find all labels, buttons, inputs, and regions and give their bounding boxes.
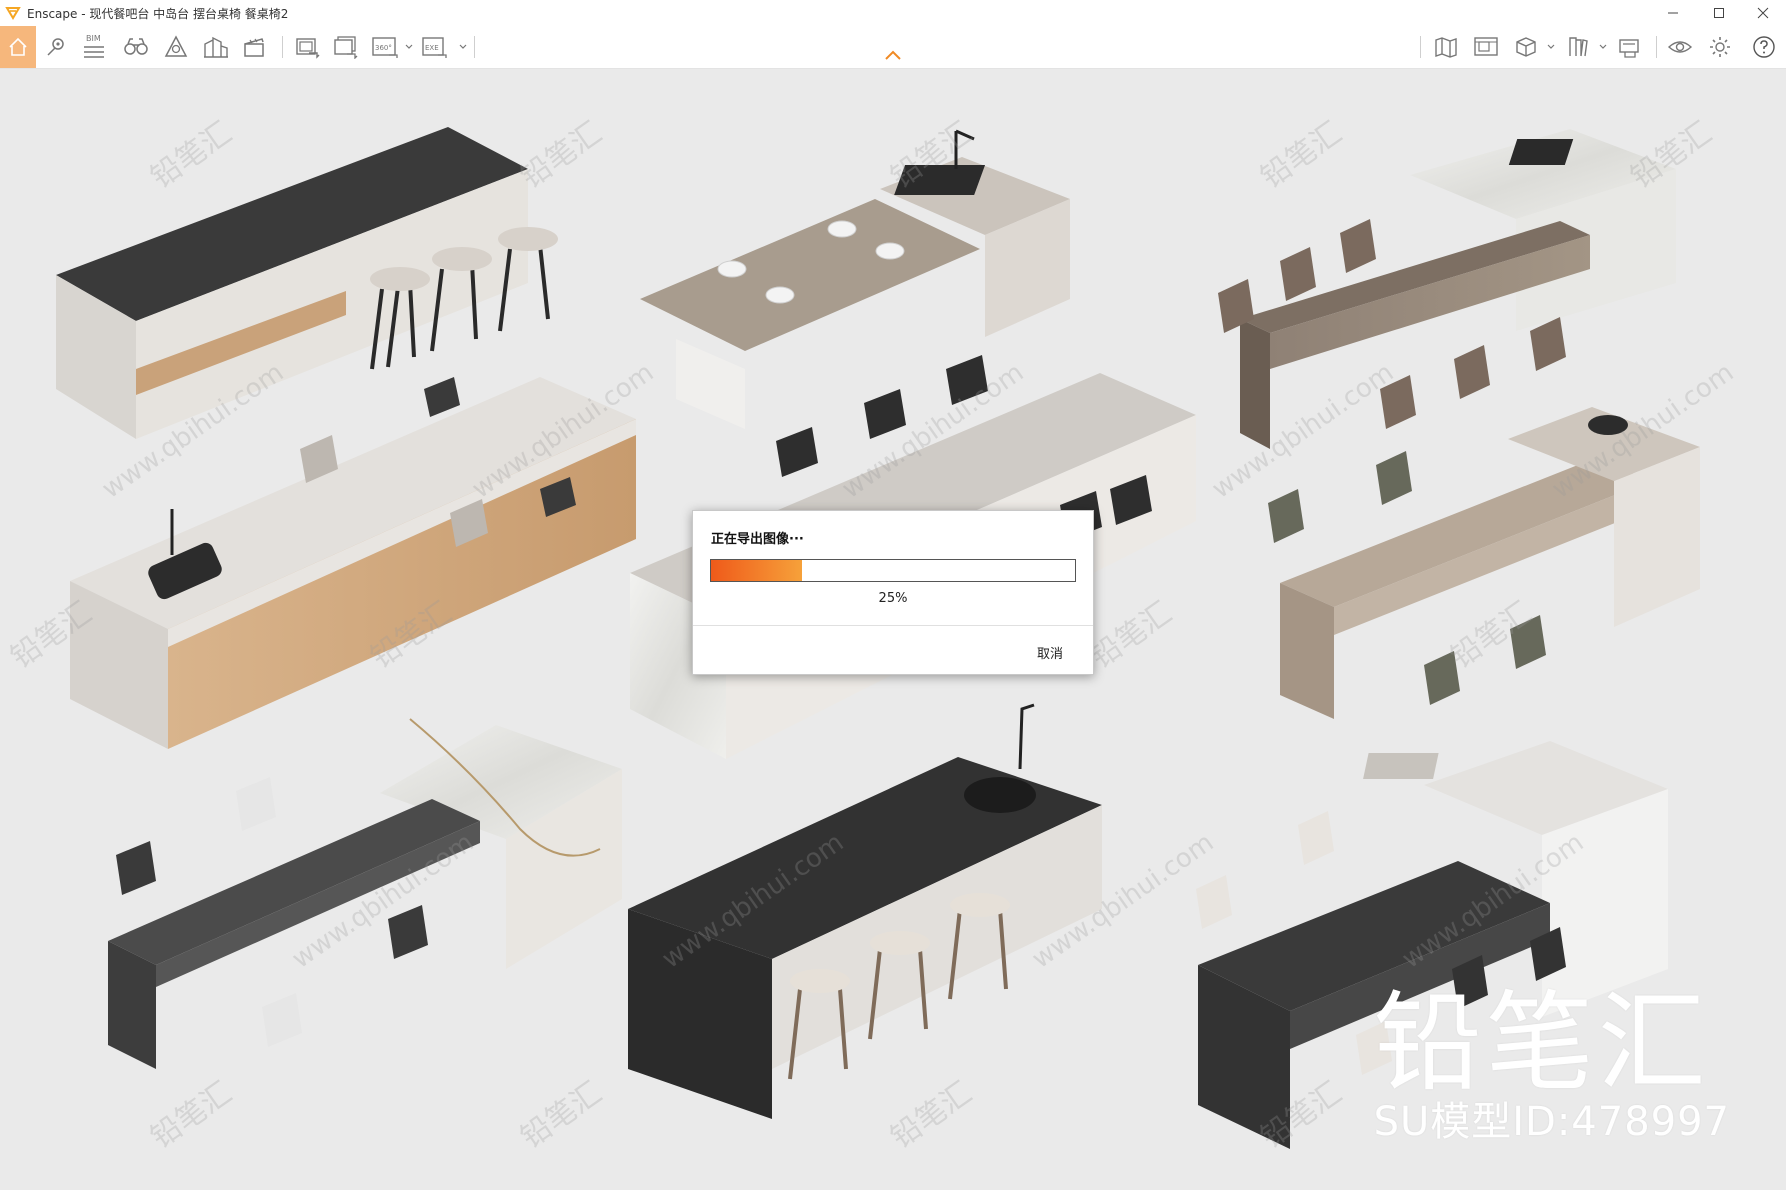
asset-library-icon [164,35,188,57]
chevron-down-icon [459,44,467,49]
export-progress-dialog: 正在导出图像··· 25% 取消 [692,510,1094,675]
bim-label: BIM [86,34,101,43]
cube-view-icon [1516,37,1536,57]
watermark-tile-cn: 铅笔汇 [145,1075,239,1155]
progress-percent: 25% [878,591,908,606]
visual-settings-button[interactable] [1662,26,1698,68]
bim-list-icon: BIM [84,34,104,58]
export-exe-badge: EXE [425,44,439,52]
panorama-button[interactable]: 360° [368,26,404,68]
close-window-button[interactable] [1740,0,1786,26]
bookmarks-dropdown[interactable] [1598,42,1608,52]
watermark-tile-cn: 铅笔汇 [1255,115,1349,195]
bookmarks-button[interactable] [1560,26,1596,68]
maximize-button[interactable] [1696,0,1742,26]
export-dropdown[interactable] [458,42,468,52]
binoculars-icon [124,38,148,55]
location-button[interactable] [38,26,74,68]
collapse-toolbar-icon[interactable] [882,48,904,62]
help-icon [1753,36,1775,58]
chevron-down-icon [1547,44,1555,49]
watermark-tile-cn: 铅笔汇 [145,115,239,195]
brand-name: 铅笔汇 [1373,981,1710,1106]
view-mode-dropdown[interactable] [1546,42,1556,52]
model-id: SU模型ID:478997 [1373,1099,1730,1145]
minimize-icon [1668,12,1678,14]
panorama-badge: 360° [375,44,392,52]
visual-settings-icon [1667,41,1693,53]
buildings-icon [204,36,228,58]
asset-library-button[interactable] [158,26,194,68]
close-icon [1757,7,1769,19]
export-progress-bar [710,559,1076,582]
dialog-divider [693,625,1093,626]
views-button[interactable] [118,26,154,68]
enscape-logo-icon [5,7,21,20]
watermark-tile-cn: 铅笔汇 [885,1075,979,1155]
watermark-tile-cn: 铅笔汇 [1085,595,1179,675]
dialog-title: 正在导出图像··· [711,532,804,547]
island-dark-bar-stools [628,703,1102,1119]
video-editor-icon [244,38,264,57]
export-exe-button[interactable]: EXE [418,26,454,68]
map-icon [1435,37,1457,58]
maximize-icon [1714,8,1724,18]
bim-button[interactable]: BIM [76,26,112,68]
screenshot-icon [296,38,320,59]
bookmarks-icon [1569,37,1588,57]
chevron-down-icon [405,44,413,49]
export-exe-icon: EXE [422,37,447,58]
cancel-button[interactable]: 取消 [1037,643,1063,662]
render-window-icon [1474,37,1498,56]
video-editor-button[interactable] [236,26,272,68]
location-pin-icon [47,38,64,56]
panorama-360-icon: 360° [372,37,398,58]
batch-render-button[interactable] [328,26,364,68]
home-icon [9,37,27,56]
capture-button[interactable] [1612,26,1648,68]
toolbar-separator [474,36,475,58]
screenshot-button[interactable] [290,26,326,68]
settings-icon [1710,37,1730,57]
island-marble-dark-table [108,718,622,1069]
minimize-button[interactable] [1650,0,1696,26]
title-bar: Enscape - 现代餐吧台 中岛台 摆台桌椅 餐桌椅2 [0,0,1786,26]
panorama-dropdown[interactable] [404,42,414,52]
watermark-tile-cn: 铅笔汇 [515,1075,609,1155]
view-mode-button[interactable] [1508,26,1544,68]
capture-icon [1619,39,1639,58]
map-button[interactable] [1428,26,1464,68]
batch-render-icon [334,36,358,59]
toolbar-separator [282,36,283,58]
settings-button[interactable] [1702,26,1738,68]
toolbar-separator [1420,36,1421,58]
toolbar-separator [1656,36,1657,58]
chevron-down-icon [1599,44,1607,49]
window-title: Enscape - 现代餐吧台 中岛台 摆台桌椅 餐桌椅2 [27,6,289,21]
island-dark-top-white-cabinet [56,127,558,439]
brand-watermark: 铅笔汇 SU模型ID:478997 [1373,981,1730,1145]
render-window-button[interactable] [1468,26,1504,68]
site-context-button[interactable] [198,26,234,68]
help-button[interactable] [1746,26,1782,68]
watermark-tile-url: www.qbihui.com [1207,357,1399,504]
home-button[interactable] [0,26,36,68]
watermark-tile-cn: 铅笔汇 [515,115,609,195]
progress-fill [711,560,802,581]
